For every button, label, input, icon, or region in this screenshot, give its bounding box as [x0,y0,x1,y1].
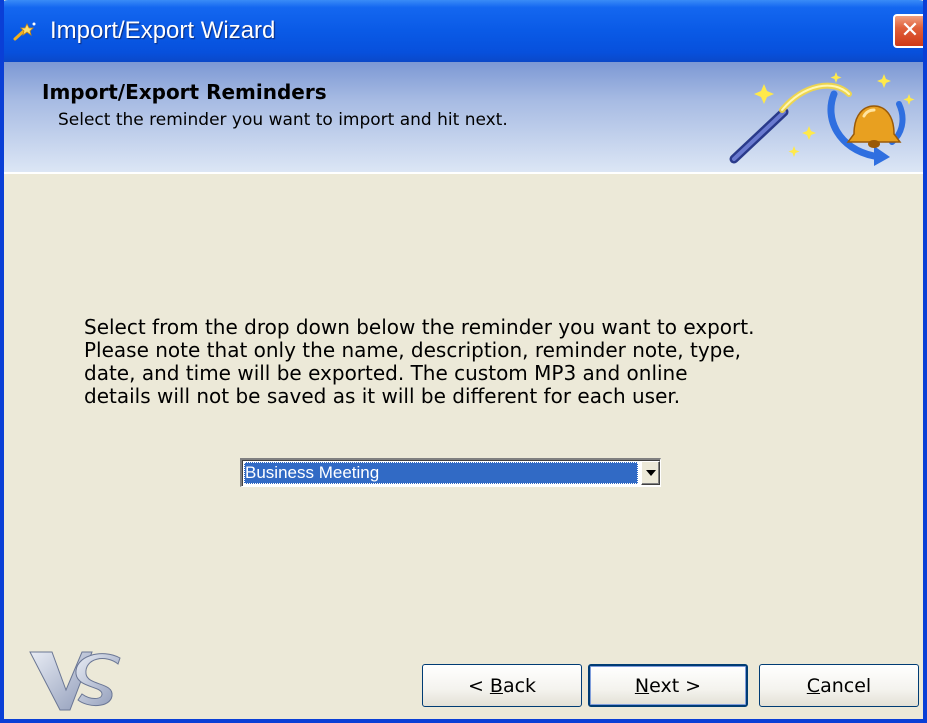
instructions-line: Select from the drop down below the remi… [84,315,755,339]
cancel-button-mnemonic: C [806,674,821,697]
close-icon: ✕ [900,18,920,43]
instructions-line: date, and time will be exported. The cus… [84,361,688,385]
next-button-rest: ext > [649,674,702,697]
cancel-button[interactable]: Cancel [759,664,919,707]
cancel-button-rest: ancel [820,674,872,697]
back-button-rest: ack [502,674,537,697]
window-title: Import/Export Wizard [50,17,276,44]
vs-logo [29,651,121,711]
page-subtitle: Select the reminder you want to import a… [58,110,508,130]
back-button-prefix: < [467,674,490,697]
wizard-wand-icon [13,22,36,41]
wizard-bell-graphic [729,72,915,166]
page-title: Import/Export Reminders [42,80,327,104]
chevron-down-icon [645,470,656,476]
header-divider [4,172,923,174]
next-button[interactable]: Next > [588,664,748,707]
wizard-window: Import/Export Wizard ✕ Import/Export Rem… [0,0,927,723]
next-button-mnemonic: N [634,674,650,697]
reminder-dropdown-value[interactable]: Business Meeting [244,462,638,484]
close-button[interactable]: ✕ [893,14,923,48]
instructions-line: details will not be saved as it will be … [84,384,681,408]
title-bar[interactable]: Import/Export Wizard ✕ [4,0,923,62]
back-button[interactable]: < Back [422,664,582,707]
instructions-line: Please note that only the name, descript… [84,338,742,362]
reminder-dropdown[interactable]: Business Meeting [240,458,661,487]
instructions-text: Select from the drop down below the remi… [84,316,884,408]
back-button-mnemonic: B [489,674,503,697]
dropdown-arrow-button[interactable] [641,461,660,485]
